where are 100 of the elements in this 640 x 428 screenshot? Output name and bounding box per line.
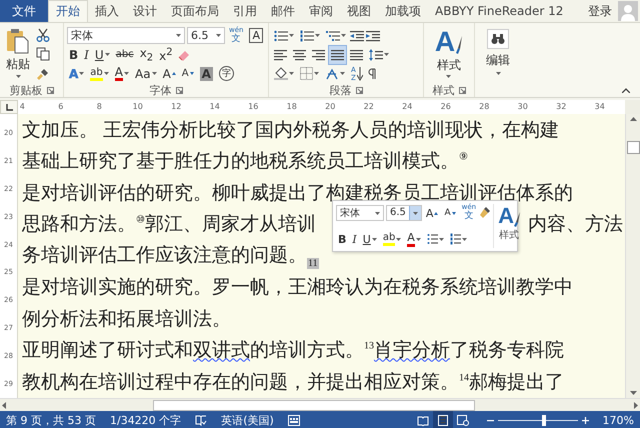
font-color-button[interactable]: A (405, 230, 423, 248)
font-name-dropdown[interactable]: 宋体 (336, 205, 384, 221)
font-color-button[interactable]: A (112, 64, 131, 82)
zoom-in-icon[interactable] (582, 416, 589, 424)
styles-button[interactable]: A 样式 (493, 204, 520, 248)
word-count[interactable]: 1/34220 个字 (110, 412, 182, 428)
scroll-up-icon[interactable] (630, 117, 636, 121)
ribbon-tab[interactable]: 加载项 (378, 0, 428, 22)
strikethrough-button[interactable]: abc (114, 46, 136, 64)
collapse-ribbon-icon[interactable] (622, 88, 630, 93)
arrow-down-icon (356, 66, 363, 80)
launcher-icon[interactable] (46, 86, 54, 94)
copy-icon[interactable] (36, 47, 50, 62)
launcher-icon[interactable] (176, 86, 182, 94)
scrollbar-thumb[interactable] (153, 400, 475, 411)
align-justify-button[interactable] (329, 46, 346, 64)
brush-icon (514, 212, 520, 228)
print-view-button[interactable] (432, 411, 453, 428)
highlight-button[interactable]: ab (88, 64, 111, 82)
read-mode-icon[interactable] (416, 414, 429, 426)
scroll-right-icon[interactable] (634, 402, 638, 408)
borders-button[interactable] (298, 64, 321, 82)
ribbon-tab[interactable]: 引用 (226, 0, 264, 22)
brush-icon[interactable] (480, 207, 490, 219)
editing-button[interactable]: 编辑 (478, 26, 518, 78)
numbered-list-icon (450, 233, 461, 245)
ribbon-tab[interactable]: 邮件 (264, 0, 302, 22)
align-distribute-icon (350, 48, 363, 60)
ribbon-tab[interactable]: 设计 (126, 0, 164, 22)
text-line: 例分析法和拓展培训法。 (22, 308, 231, 332)
decrease-indent-icon[interactable] (350, 30, 364, 42)
zoom-level[interactable]: 170% (602, 414, 634, 426)
vertical-scrollbar[interactable] (625, 114, 640, 398)
styles-button[interactable]: A 样式 (430, 26, 468, 83)
group-label: 段落 (330, 82, 352, 98)
ribbon-tab[interactable]: 开始 (48, 0, 88, 22)
text-line: 亚明阐述了研讨式和双讲式的培训方式。$^{13}$肖宇分析了税务专科院 (22, 338, 564, 364)
text-line: 基础上研究了基于胜任力的地税系统员工培训模式。$^{⑨}$ (22, 150, 468, 174)
ruler-number: 20 (325, 101, 336, 113)
change-case-button[interactable]: Aa (133, 64, 159, 82)
italic-button[interactable]: I (82, 46, 91, 64)
scissors-icon[interactable] (36, 28, 50, 42)
launcher-icon[interactable] (458, 86, 466, 94)
caret-icon (341, 34, 346, 37)
bold-button[interactable]: B (336, 230, 348, 248)
caret-icon (396, 238, 402, 240)
sign-in-link[interactable]: 登录 (588, 2, 612, 20)
superscript-button[interactable]: x$^{2}$ (157, 46, 175, 64)
text-effects-button[interactable]: A (67, 64, 86, 82)
font-size-dropdown[interactable]: 6.5 (386, 205, 422, 221)
page-count[interactable]: 第 9 页，共 53 页 (6, 412, 96, 428)
font-name-dropdown[interactable]: 宋体 (67, 27, 185, 44)
font-size-dropdown[interactable]: 6.5 (187, 27, 225, 44)
file-tab[interactable]: 文件 (0, 0, 48, 22)
brush-icon[interactable] (36, 67, 50, 82)
ribbon-tab[interactable]: 视图 (340, 0, 378, 22)
shrink-font-button[interactable]: A (180, 64, 196, 82)
scroll-down-icon[interactable] (630, 391, 636, 395)
shading-button[interactable] (272, 64, 296, 82)
scroll-left-icon[interactable] (2, 402, 6, 408)
launcher-icon[interactable] (356, 86, 362, 94)
paragraph-mark-icon[interactable] (366, 68, 377, 80)
ruler-number: 24 (402, 101, 412, 113)
bold-button[interactable]: B (67, 46, 80, 64)
print-layout-icon[interactable] (436, 414, 449, 426)
macro-recording-icon[interactable] (288, 414, 300, 426)
shrink-font-button[interactable]: A (442, 204, 458, 222)
underline-button[interactable]: U (92, 46, 112, 64)
ribbon-tab[interactable]: ABBYY FineReader 12 (428, 0, 570, 22)
multilevel-list-icon (326, 30, 340, 42)
ribbon-tab[interactable]: 审阅 (302, 0, 340, 22)
align-center-icon (293, 48, 306, 60)
paste-button[interactable]: 粘贴 (3, 26, 33, 83)
subscript-button[interactable]: x$_{2}$ (138, 46, 156, 64)
group-label: 字体 (150, 82, 172, 98)
ribbon-tab[interactable]: 页面布局 (164, 0, 226, 22)
increase-indent-icon[interactable] (366, 30, 380, 42)
ruler-number: 28 (479, 101, 490, 113)
italic-button[interactable]: I (350, 230, 359, 248)
underline-button[interactable]: U (360, 230, 379, 248)
web-layout-icon[interactable] (456, 414, 469, 426)
arrow-up-icon (434, 212, 438, 214)
proofing-book-icon[interactable] (195, 414, 208, 426)
align-left-icon (274, 48, 287, 60)
character-shading-button[interactable]: A (198, 64, 215, 82)
clipboard-icon (6, 28, 30, 54)
character-border-button[interactable]: A (247, 26, 265, 44)
enclose-character-button[interactable]: 字 (216, 64, 236, 82)
scroll-thumb[interactable] (626, 141, 640, 154)
tab-stop-icon[interactable] (6, 104, 12, 110)
ruler-number: 18 (286, 101, 297, 113)
ribbon-tab[interactable]: 插入 (88, 0, 126, 22)
ruler-number: 4 (20, 101, 25, 113)
caret-icon (315, 34, 320, 37)
slider-thumb[interactable] (542, 414, 546, 426)
caret-icon (412, 212, 418, 214)
grow-font-button[interactable]: A (160, 64, 178, 82)
language-indicator[interactable]: 英语(美国) (221, 412, 274, 428)
highlight-button[interactable]: ab (380, 230, 404, 248)
grow-font-button[interactable]: A (424, 204, 440, 222)
